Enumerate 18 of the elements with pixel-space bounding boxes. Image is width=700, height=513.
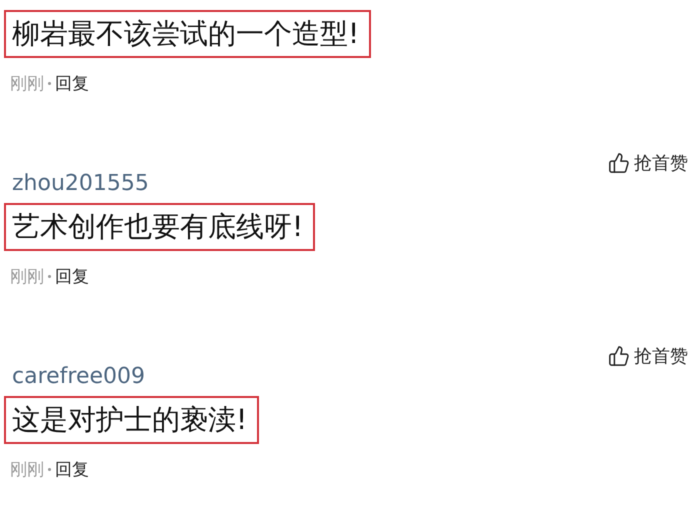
comment-text: 柳岩最不该尝试的一个造型! [4,10,372,58]
reply-button[interactable]: 回复 [55,72,89,95]
username[interactable]: carefree009 [12,364,146,389]
separator-dot [48,275,51,278]
reply-button[interactable]: 回复 [55,458,89,481]
separator-dot [48,82,51,85]
comment-time: 刚刚 [10,459,44,481]
comment-time: 刚刚 [10,73,44,95]
comment-text: 艺术创作也要有底线呀! [4,203,316,251]
separator-dot [48,468,51,471]
thumbs-up-icon [608,345,630,367]
like-button[interactable]: 抢首赞 [608,151,688,175]
username[interactable]: zhou201555 [12,171,149,196]
like-button[interactable]: 抢首赞 [608,344,688,368]
reply-button[interactable]: 回复 [55,265,89,288]
comment-time: 刚刚 [10,266,44,288]
thumbs-up-icon [608,152,630,174]
comment-text: 这是对护士的亵渎! [4,396,260,444]
